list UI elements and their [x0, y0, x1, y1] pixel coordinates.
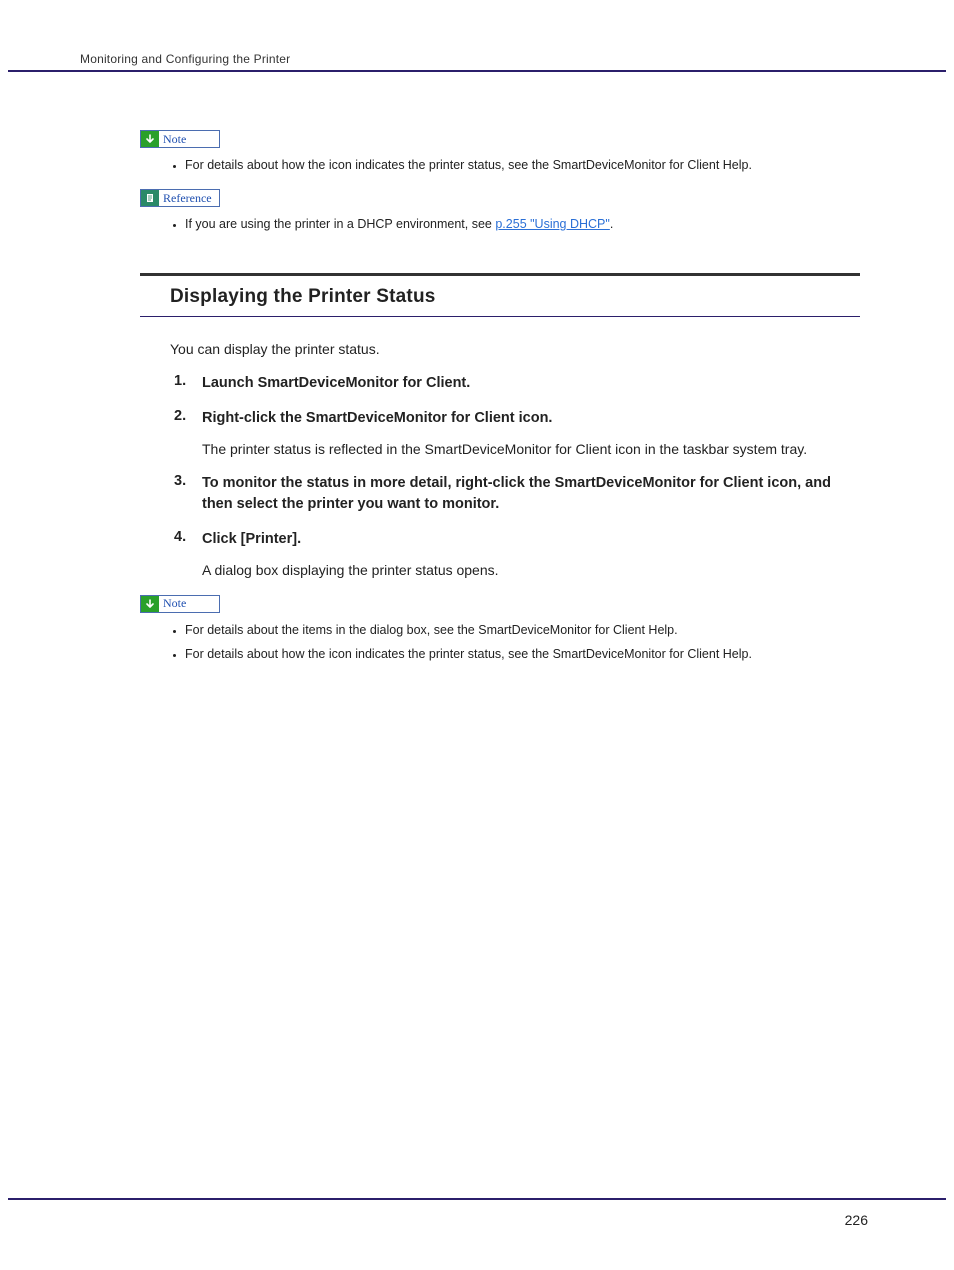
section-rule-bottom [140, 316, 860, 317]
step-sub: The printer status is reflected in the S… [202, 439, 860, 459]
note-label: Note [159, 131, 219, 147]
footer-rule [8, 1198, 946, 1200]
header-rule [8, 70, 946, 72]
section-rule-top [140, 273, 860, 276]
note-list-1: For details about how the icon indicates… [140, 155, 860, 175]
step-head: Launch SmartDeviceMonitor for Client. [202, 373, 860, 394]
note-item: For details about how the icon indicates… [185, 644, 860, 664]
note-list-2: For details about the items in the dialo… [140, 620, 860, 664]
reference-text-suffix: . [610, 217, 613, 231]
step-head: To monitor the status in more detail, ri… [202, 473, 860, 515]
step-head: Right-click the SmartDeviceMonitor for C… [202, 408, 860, 429]
page-number: 226 [845, 1212, 868, 1228]
down-arrow-icon [141, 596, 159, 612]
running-header: Monitoring and Configuring the Printer [80, 52, 290, 66]
reference-callout: Reference [140, 189, 220, 207]
step-3: To monitor the status in more detail, ri… [174, 473, 860, 515]
step-2: Right-click the SmartDeviceMonitor for C… [174, 408, 860, 459]
steps-list: Launch SmartDeviceMonitor for Client. Ri… [174, 373, 860, 581]
page-icon [141, 190, 159, 206]
reference-link[interactable]: p.255 "Using DHCP" [495, 217, 609, 231]
step-sub: A dialog box displaying the printer stat… [202, 560, 860, 580]
note-callout: Note [140, 595, 220, 613]
reference-list: If you are using the printer in a DHCP e… [140, 214, 860, 234]
step-4: Click [Printer]. A dialog box displaying… [174, 529, 860, 580]
note-callout: Note [140, 130, 220, 148]
note-item: For details about the items in the dialo… [185, 620, 860, 640]
reference-text-prefix: If you are using the printer in a DHCP e… [185, 217, 495, 231]
step-1: Launch SmartDeviceMonitor for Client. [174, 373, 860, 394]
section-intro: You can display the printer status. [170, 341, 860, 357]
note-label: Note [159, 596, 219, 612]
step-head: Click [Printer]. [202, 529, 860, 550]
note-item: For details about how the icon indicates… [185, 155, 860, 175]
reference-item: If you are using the printer in a DHCP e… [185, 214, 860, 234]
section-title: Displaying the Printer Status [170, 286, 860, 308]
reference-label: Reference [159, 190, 219, 206]
down-arrow-icon [141, 131, 159, 147]
